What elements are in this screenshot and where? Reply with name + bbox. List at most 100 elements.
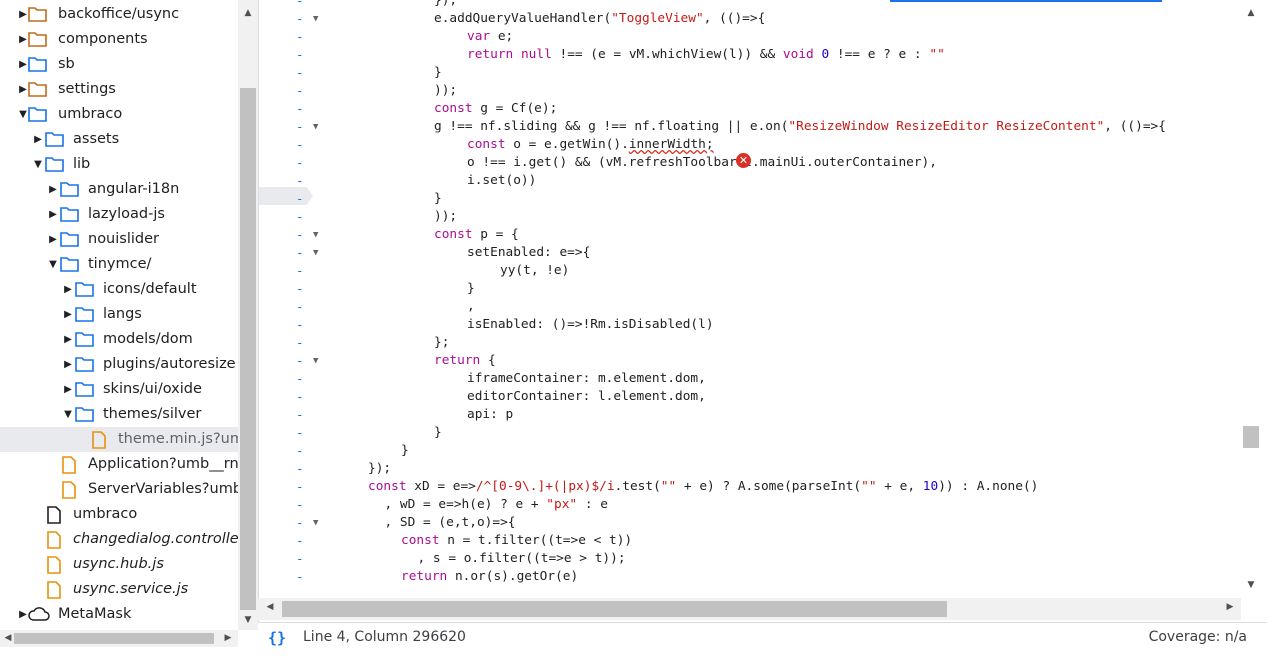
tree-item[interactable]: theme.min.js?umb	[0, 427, 238, 452]
tree-item[interactable]: ▶ settings	[0, 77, 238, 102]
code-line[interactable]: yy(t, !e)	[500, 262, 569, 280]
tree-item[interactable]: changedialog.controller.js	[0, 527, 238, 552]
editor-horizontal-scroll-thumb[interactable]	[282, 601, 947, 617]
tree-item-label: ServerVariables?umb__rn	[88, 481, 238, 497]
code-line[interactable]: ));	[434, 208, 457, 226]
folder-icon	[75, 281, 94, 297]
chevron-right-icon[interactable]: ▶	[63, 352, 73, 377]
code-line[interactable]: , SD = (e,t,o)=>{	[385, 514, 516, 532]
tree-item[interactable]: ▶ skins/ui/oxide	[0, 377, 238, 402]
tree-item[interactable]: umbraco	[0, 502, 238, 527]
code-line[interactable]: return {	[434, 352, 496, 370]
fold-toggle-icon[interactable]: ▼	[313, 10, 318, 28]
code-line[interactable]: api: p	[467, 406, 513, 424]
pretty-print-icon[interactable]: {}	[268, 629, 286, 647]
tree-item[interactable]: ▶ plugins/autoresize	[0, 352, 238, 377]
code-line[interactable]: e.addQueryValueHandler("ToggleView", (()…	[434, 10, 765, 28]
chevron-right-icon[interactable]: ▶	[18, 602, 28, 627]
chevron-right-icon[interactable]: ▶	[18, 27, 28, 52]
fold-toggle-icon[interactable]: ▼	[313, 244, 318, 262]
chevron-right-icon[interactable]: ▶	[18, 2, 28, 27]
editor-scroll-right-icon[interactable]: ▶	[1222, 602, 1238, 612]
chevron-right-icon[interactable]: ▶	[48, 227, 58, 252]
tree-scroll-down-icon[interactable]: ▼	[240, 615, 256, 625]
code-line[interactable]: });	[368, 460, 391, 478]
code-line[interactable]: const p = {	[434, 226, 519, 244]
tree-item[interactable]: ▶ backoffice/usync	[0, 2, 238, 27]
tree-item[interactable]: usync.service.js	[0, 577, 238, 602]
code-line[interactable]: ));	[434, 82, 457, 100]
editor-scroll-up-icon[interactable]: ▲	[1243, 8, 1259, 18]
tree-item[interactable]: ▶ sb	[0, 52, 238, 77]
code-line[interactable]: const n = t.filter((t=>e < t))	[401, 532, 632, 550]
error-icon[interactable]: ✕	[736, 153, 751, 168]
code-line[interactable]: };	[434, 334, 449, 352]
code-line[interactable]: return n.or(s).getOr(e)	[401, 568, 578, 586]
tree-item[interactable]: ▶ models/dom	[0, 327, 238, 352]
chevron-right-icon[interactable]: ▶	[33, 127, 43, 152]
code-line[interactable]: const o = e.getWin().innerWidth;	[467, 136, 714, 154]
editor-vertical-scroll-thumb[interactable]	[1243, 426, 1259, 448]
tree-vertical-scroll-thumb[interactable]	[240, 88, 256, 610]
code-line[interactable]: g !== nf.sliding && g !== nf.floating ||…	[434, 118, 1166, 136]
tree-scroll-left-icon[interactable]: ◀	[0, 633, 16, 643]
tree-item[interactable]: ▼ umbraco	[0, 102, 238, 127]
chevron-right-icon[interactable]: ▶	[48, 177, 58, 202]
tree-horizontal-scroll-thumb[interactable]	[14, 633, 214, 644]
code-line[interactable]: const g = Cf(e);	[434, 100, 557, 118]
tree-scroll-right-icon[interactable]: ▶	[220, 633, 236, 643]
code-line[interactable]: }),	[434, 0, 457, 10]
chevron-right-icon[interactable]: ▶	[63, 277, 73, 302]
editor-scroll-down-icon[interactable]: ▼	[1243, 580, 1259, 590]
tree-item[interactable]: ▶ assets	[0, 127, 238, 152]
code-line[interactable]: ,	[467, 298, 475, 316]
tree-item[interactable]: ▶ lazyload-js	[0, 202, 238, 227]
chevron-right-icon[interactable]: ▶	[63, 327, 73, 352]
chevron-right-icon[interactable]: ▶	[63, 377, 73, 402]
code-line[interactable]: const xD = e=>/^[0-9\.]+(|px)$/i.test(""…	[368, 478, 1038, 496]
tree-item[interactable]: ▶ langs	[0, 302, 238, 327]
code-line[interactable]: }	[434, 424, 442, 442]
chevron-down-icon[interactable]: ▼	[33, 152, 43, 177]
code-line[interactable]: isEnabled: ()=>!Rm.isDisabled(l)	[467, 316, 714, 334]
tree-item[interactable]: ▶ nouislider	[0, 227, 238, 252]
fold-toggle-icon[interactable]: ▼	[313, 118, 318, 136]
tree-item[interactable]: ▶ MetaMask	[0, 602, 238, 627]
chevron-down-icon[interactable]: ▼	[48, 252, 58, 277]
code-line[interactable]: }	[434, 190, 442, 208]
tree-item[interactable]: Application?umb__rnd=2	[0, 452, 238, 477]
fold-toggle-icon[interactable]: ▼	[313, 352, 318, 370]
code-line[interactable]: o !== i.get() && (vM.refreshToolbar(t.ma…	[467, 154, 937, 172]
tree-scroll-up-icon[interactable]: ▲	[240, 8, 256, 18]
code-line[interactable]: i.set(o))	[467, 172, 536, 190]
chevron-down-icon[interactable]: ▼	[18, 102, 28, 127]
tree-item[interactable]: ▼ themes/silver	[0, 402, 238, 427]
chevron-right-icon[interactable]: ▶	[63, 302, 73, 327]
editor-vertical-scrollbar[interactable]	[1241, 0, 1267, 598]
code-line[interactable]: return null !== (e = vM.whichView(l)) &&…	[467, 46, 945, 64]
chevron-right-icon[interactable]: ▶	[18, 77, 28, 102]
chevron-right-icon[interactable]: ▶	[18, 52, 28, 77]
code-line[interactable]: var e;	[467, 28, 513, 46]
tree-item[interactable]: ServerVariables?umb__rn	[0, 477, 238, 502]
tree-item[interactable]: ▼ lib	[0, 152, 238, 177]
code-line[interactable]: , s = o.filter((t=>e > t));	[418, 550, 626, 568]
tree-item[interactable]: ▼ tinymce/	[0, 252, 238, 277]
tree-item[interactable]: ▶ components	[0, 27, 238, 52]
fold-toggle-icon[interactable]: ▼	[313, 226, 318, 244]
tree-item[interactable]: ▶ angular-i18n	[0, 177, 238, 202]
pane-divider[interactable]	[258, 0, 259, 622]
code-line[interactable]: }	[467, 280, 475, 298]
tree-item[interactable]: usync.hub.js	[0, 552, 238, 577]
code-line[interactable]: }	[401, 442, 409, 460]
fold-toggle-icon[interactable]: ▼	[313, 514, 318, 532]
tree-item[interactable]: ▶ icons/default	[0, 277, 238, 302]
chevron-down-icon[interactable]: ▼	[63, 402, 73, 427]
code-line[interactable]: editorContainer: l.element.dom,	[467, 388, 706, 406]
code-line[interactable]: setEnabled: e=>{	[467, 244, 590, 262]
code-line[interactable]: , wD = e=>h(e) ? e + "px" : e	[385, 496, 608, 514]
code-line[interactable]: }	[434, 64, 442, 82]
chevron-right-icon[interactable]: ▶	[48, 202, 58, 227]
editor-scroll-left-icon[interactable]: ◀	[262, 602, 278, 612]
code-line[interactable]: iframeContainer: m.element.dom,	[467, 370, 706, 388]
